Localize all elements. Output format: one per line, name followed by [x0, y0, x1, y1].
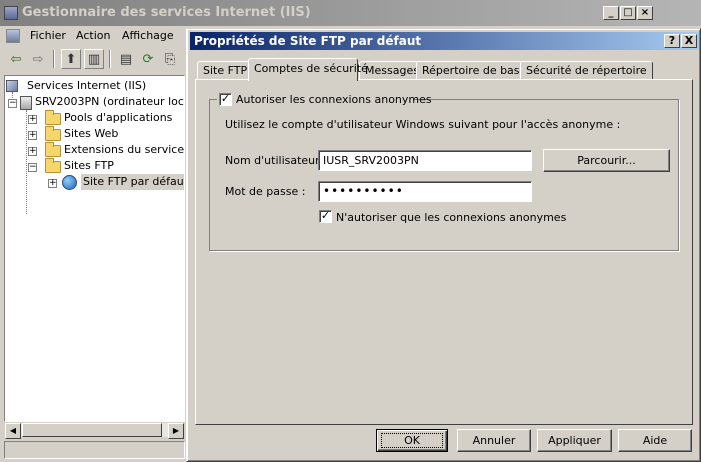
tab-comptes-securite[interactable]: Comptes de sécurité	[248, 58, 368, 81]
sites-ftp-folder-icon	[45, 158, 61, 173]
tree-extensions-label[interactable]: Extensions du service Web	[64, 142, 184, 158]
system-menu-icon[interactable]	[6, 29, 20, 43]
help-title-button[interactable]: ?	[664, 34, 680, 48]
expand-extensions-toggle[interactable]: +	[28, 147, 37, 156]
cancel-button[interactable]: Annuler	[457, 429, 531, 452]
toolbar-separator	[53, 50, 55, 68]
scroll-left-button[interactable]: ◀	[5, 423, 21, 439]
server-icon	[20, 96, 32, 110]
refresh-icon[interactable]: ⟳	[138, 49, 158, 69]
tree-sites-ftp-label[interactable]: Sites FTP	[64, 158, 114, 174]
expand-site-ftp-default-toggle[interactable]: +	[48, 179, 57, 188]
forward-arrow-icon[interactable]: ⇨	[28, 49, 48, 69]
status-bar	[4, 441, 185, 459]
ok-button[interactable]: OK	[376, 429, 448, 452]
close-dialog-button[interactable]: X	[681, 34, 697, 48]
iis-root-icon	[6, 80, 18, 92]
close-main-button[interactable]: ×	[637, 6, 653, 20]
tab-panel	[195, 79, 693, 425]
expand-pools-toggle[interactable]: +	[28, 115, 37, 124]
scroll-thumb[interactable]	[22, 423, 162, 437]
help-button[interactable]: Aide	[618, 429, 692, 452]
focus-rectangle	[381, 433, 443, 448]
up-folder-icon[interactable]: ⬆	[61, 49, 81, 69]
back-arrow-icon[interactable]: ⇦	[6, 49, 26, 69]
console-tree: Services Internet (IIS) − SRV2003PN (ord…	[4, 75, 185, 422]
main-title-bar: Gestionnaire des services Internet (IIS)	[0, 0, 701, 26]
pools-folder-icon	[45, 110, 61, 125]
expand-sites-web-toggle[interactable]: +	[28, 131, 37, 140]
dialog-title: Propriétés de Site FTP par défaut	[194, 34, 422, 48]
dialog-title-bar: Propriétés de Site FTP par défaut	[190, 32, 699, 50]
menu-affichage[interactable]: Affichage	[122, 29, 174, 42]
apply-button[interactable]: Appliquer	[537, 429, 612, 452]
tree-sites-web-label[interactable]: Sites Web	[64, 126, 118, 142]
tree-root-label[interactable]: Services Internet (IIS)	[27, 78, 146, 94]
tab-securite-repertoire[interactable]: Sécurité de répertoire	[520, 61, 653, 80]
scroll-right-button[interactable]: ▶	[168, 423, 184, 439]
export-list-icon[interactable]: ⎘	[160, 49, 180, 69]
tree-horizontal-scrollbar[interactable]: ◀ ▶	[4, 422, 185, 439]
ftp-site-globe-icon	[62, 175, 77, 190]
tree-site-ftp-default-label[interactable]: Site FTP par défaut	[81, 174, 184, 190]
minimize-button[interactable]: _	[603, 6, 619, 20]
show-tree-icon[interactable]: ▥	[84, 49, 104, 69]
properties-icon[interactable]: ▤	[116, 49, 136, 69]
sites-web-folder-icon	[45, 126, 61, 141]
tree-pools-label[interactable]: Pools d'applications	[64, 110, 172, 126]
iis-app-icon	[4, 6, 18, 20]
collapse-sites-ftp-toggle[interactable]: −	[28, 163, 37, 172]
toolbar: ⇦ ⇨ ⬆ ▥ ▤ ⟳ ⎘	[0, 46, 190, 72]
tree-line	[26, 110, 27, 214]
ftp-properties-dialog: Propriétés de Site FTP par défaut ? X Si…	[186, 28, 701, 462]
tree-server-label[interactable]: SRV2003PN (ordinateur local)	[35, 94, 184, 110]
extensions-folder-icon	[45, 142, 61, 157]
tab-site-ftp[interactable]: Site FTP	[197, 61, 254, 80]
tab-repertoire-base[interactable]: Répertoire de base	[416, 61, 533, 80]
collapse-server-toggle[interactable]: −	[8, 99, 17, 108]
main-window-title: Gestionnaire des services Internet (IIS)	[22, 5, 311, 20]
menu-action[interactable]: Action	[76, 29, 110, 42]
toolbar-separator	[109, 50, 111, 68]
maximize-button[interactable]: □	[620, 6, 636, 20]
menu-fichier[interactable]: Fichier	[30, 29, 66, 42]
